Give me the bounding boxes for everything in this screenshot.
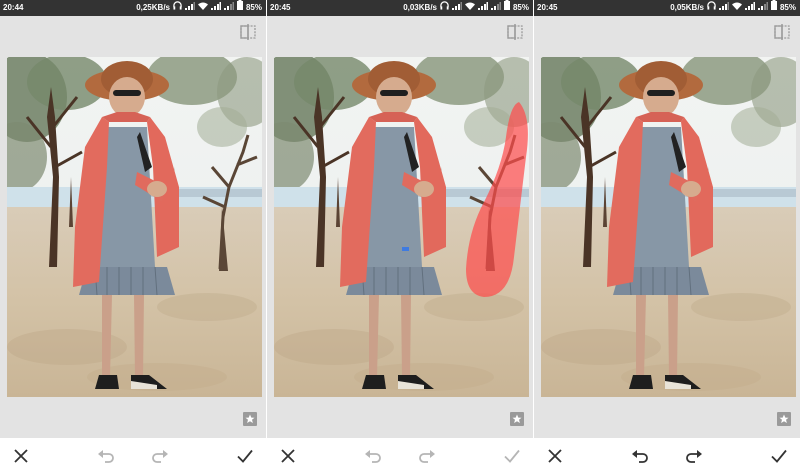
- signal-icon: [744, 0, 755, 16]
- status-time: 20:45: [270, 3, 291, 12]
- star-bookmark-icon[interactable]: [777, 412, 791, 426]
- editor-screen-1: 20:44 0,25KB/s 85%: [0, 0, 266, 474]
- status-time: 20:44: [3, 3, 24, 12]
- wifi-icon: [464, 0, 475, 16]
- signal-icon: [223, 0, 234, 16]
- signal-icon: [477, 0, 488, 16]
- star-bookmark-icon[interactable]: [243, 412, 257, 426]
- battery-level: 85%: [245, 3, 262, 12]
- battery-icon: [770, 0, 777, 16]
- network-speed: 0,05KB/s: [670, 3, 704, 12]
- checkmark-icon[interactable]: [502, 446, 522, 466]
- signal-icon: [757, 0, 768, 16]
- photo-canvas[interactable]: [7, 57, 262, 397]
- photo-canvas[interactable]: [274, 57, 529, 397]
- bottom-toolbar: [0, 438, 266, 474]
- bottom-toolbar: [267, 438, 533, 474]
- battery-level: 85%: [512, 3, 529, 12]
- signal-icon: [451, 0, 462, 16]
- compare-icon[interactable]: [507, 24, 523, 40]
- compare-icon[interactable]: [774, 24, 790, 40]
- redo-icon[interactable]: [684, 446, 704, 466]
- close-icon[interactable]: [11, 446, 31, 466]
- compare-icon[interactable]: [240, 24, 256, 40]
- headphones-icon: [440, 0, 449, 16]
- status-time: 20:45: [537, 3, 558, 12]
- redo-icon[interactable]: [150, 446, 170, 466]
- status-bar: 20:45 0,05KB/s 85%: [534, 0, 800, 16]
- close-icon[interactable]: [278, 446, 298, 466]
- signal-icon: [490, 0, 501, 16]
- editor-screen-2: 20:45 0,03KB/s 85%: [267, 0, 533, 474]
- signal-icon: [718, 0, 729, 16]
- redo-icon[interactable]: [417, 446, 437, 466]
- headphones-icon: [173, 0, 182, 16]
- wifi-icon: [731, 0, 742, 16]
- signal-icon: [210, 0, 221, 16]
- undo-icon[interactable]: [630, 446, 650, 466]
- network-speed: 0,25KB/s: [136, 3, 170, 12]
- close-icon[interactable]: [545, 446, 565, 466]
- checkmark-icon[interactable]: [235, 446, 255, 466]
- signal-icon: [184, 0, 195, 16]
- undo-icon[interactable]: [363, 446, 383, 466]
- status-bar: 20:45 0,03KB/s 85%: [267, 0, 533, 16]
- wifi-icon: [197, 0, 208, 16]
- headphones-icon: [707, 0, 716, 16]
- network-speed: 0,03KB/s: [403, 3, 437, 12]
- photo-canvas[interactable]: [541, 57, 796, 397]
- undo-icon[interactable]: [96, 446, 116, 466]
- bottom-toolbar: [534, 438, 800, 474]
- star-bookmark-icon[interactable]: [510, 412, 524, 426]
- battery-icon: [503, 0, 510, 16]
- checkmark-icon[interactable]: [769, 446, 789, 466]
- status-bar: 20:44 0,25KB/s 85%: [0, 0, 266, 16]
- editor-screen-3: 20:45 0,05KB/s 85%: [534, 0, 800, 474]
- battery-icon: [236, 0, 243, 16]
- battery-level: 85%: [779, 3, 796, 12]
